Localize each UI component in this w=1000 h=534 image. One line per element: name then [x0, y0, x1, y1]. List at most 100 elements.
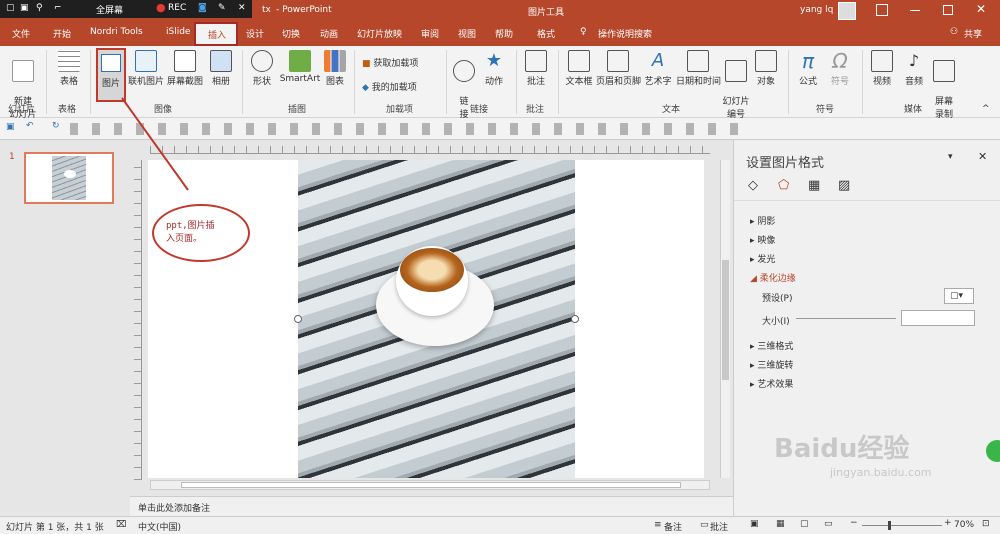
tab-nordri-tools[interactable]: Nordri Tools — [90, 27, 143, 37]
section-3d-format[interactable]: ▸ 三维格式 — [750, 339, 793, 352]
search-icon[interactable]: ⚲ — [36, 3, 43, 13]
reading-view-icon[interactable]: ▢ — [800, 519, 809, 529]
table-button[interactable]: 表格 — [52, 50, 86, 87]
rec-label[interactable]: REC — [168, 3, 186, 13]
pane-close-icon[interactable]: ✕ — [978, 150, 987, 163]
restore-icon[interactable] — [943, 5, 953, 15]
screenshot-button[interactable]: 屏幕截图 — [166, 50, 204, 87]
fill-line-icon[interactable]: ◇ — [748, 178, 758, 193]
wordart-button[interactable]: A 艺术字 — [642, 50, 674, 87]
zoom-out-icon[interactable]: − — [850, 518, 858, 528]
comments-icon[interactable]: ▭ — [700, 520, 709, 530]
action-button[interactable]: ★ 动作 — [480, 50, 508, 87]
section-3d-rotation[interactable]: ▸ 三维旋转 — [750, 358, 793, 371]
tab-home[interactable]: 开始 — [53, 27, 71, 40]
spellcheck-icon[interactable]: ⌧ — [116, 520, 126, 530]
resize-handle-left[interactable] — [294, 315, 302, 323]
section-shadow[interactable]: ▸ 阴影 — [750, 214, 775, 227]
zoom-level[interactable]: 70% — [954, 520, 974, 530]
object-button[interactable]: 对象 — [754, 50, 778, 87]
picture-props-icon[interactable]: ▨ — [838, 178, 850, 193]
tab-help[interactable]: 帮助 — [495, 27, 513, 40]
tab-insert-highlight[interactable]: 插入 — [194, 22, 238, 46]
album-button[interactable]: 相册 — [206, 50, 236, 87]
collapse-ribbon-icon[interactable]: ^ — [982, 104, 990, 114]
smartart-button[interactable]: SmartArt — [278, 50, 322, 84]
datetime-button[interactable]: 日期和时间 — [676, 50, 721, 87]
redo-icon[interactable]: ↻ — [52, 121, 60, 131]
symbol-button[interactable]: Ω 符号 — [826, 50, 854, 87]
notes-icon[interactable]: ≡ — [654, 520, 662, 530]
resize-handle-right[interactable] — [571, 315, 579, 323]
effects-icon[interactable]: ⬠ — [778, 178, 789, 193]
fullscreen-icon[interactable]: ▣ — [20, 3, 29, 13]
camera-icon[interactable]: ◙ — [198, 3, 207, 13]
minimize-icon[interactable] — [910, 10, 920, 11]
section-soft-edges[interactable]: ◢ 柔化边缘 — [750, 271, 796, 284]
share-icon[interactable]: ⚇ — [950, 27, 958, 37]
pen-icon[interactable]: ✎ — [218, 3, 226, 13]
section-reflection[interactable]: ▸ 映像 — [750, 233, 775, 246]
zoom-in-icon[interactable]: + — [944, 518, 952, 528]
video-button[interactable]: 视频 — [868, 50, 896, 87]
tab-view[interactable]: 视图 — [458, 27, 476, 40]
picture-on-slide[interactable] — [298, 160, 575, 478]
tell-me-search[interactable]: 操作说明搜索 — [598, 27, 652, 40]
shapes-button[interactable]: 形状 — [248, 50, 276, 87]
normal-view-icon[interactable]: ▣ — [750, 519, 759, 529]
close-icon[interactable]: ✕ — [976, 2, 986, 16]
notes-pane[interactable]: 单击此处添加备注 — [130, 496, 733, 516]
tab-review[interactable]: 审阅 — [421, 27, 439, 40]
fullscreen-label[interactable]: 全屏幕 — [96, 3, 123, 16]
slideshow-view-icon[interactable]: ▭ — [824, 519, 833, 529]
preset-dropdown[interactable]: ▢▾ — [944, 288, 974, 304]
audio-button[interactable]: ♪ 音频 — [900, 50, 928, 87]
zoom-slider[interactable] — [862, 521, 942, 530]
horizontal-scrollbar[interactable] — [150, 480, 710, 490]
slide-number-button[interactable]: 幻灯片 编号 — [720, 50, 752, 120]
section-glow[interactable]: ▸ 发光 — [750, 252, 775, 265]
get-addins-button[interactable]: ■ 获取加载项 — [362, 56, 418, 69]
comments-button[interactable]: 批注 — [710, 520, 728, 533]
fit-slide-icon[interactable]: ⊡ — [982, 519, 990, 529]
tab-islide[interactable]: iSlide — [166, 27, 190, 37]
tab-design[interactable]: 设计 — [246, 27, 264, 40]
close-recorder-icon[interactable]: ✕ — [238, 3, 246, 13]
language-label[interactable]: 中文(中国) — [138, 520, 181, 533]
screen-record-button[interactable]: 屏幕 录制 — [930, 50, 958, 120]
avatar[interactable] — [838, 2, 856, 20]
ribbon-display-icon[interactable] — [876, 4, 888, 16]
size-input[interactable] — [901, 310, 975, 326]
share-label[interactable]: 共享 — [964, 27, 982, 40]
notes-placeholder[interactable]: 单击此处添加备注 — [138, 501, 210, 514]
tab-file[interactable]: 文件 — [12, 27, 30, 40]
undo-icon[interactable]: ↶ — [26, 121, 34, 131]
scrollbar-thumb[interactable] — [722, 260, 729, 380]
window-icon[interactable]: ▢ — [6, 3, 15, 13]
tab-format[interactable]: 格式 — [537, 27, 555, 40]
size-props-icon[interactable]: ▦ — [808, 178, 820, 193]
zoom-slider-thumb[interactable] — [888, 521, 891, 530]
header-footer-button[interactable]: 页眉和页脚 — [596, 50, 641, 87]
crop-icon[interactable]: ⌐ — [54, 3, 62, 13]
chart-button[interactable]: 图表 — [322, 50, 348, 87]
vertical-scrollbar[interactable] — [720, 160, 730, 478]
tab-insert[interactable]: 插入 — [208, 28, 226, 41]
tab-transitions[interactable]: 切换 — [282, 27, 300, 40]
comment-button[interactable]: 批注 — [522, 50, 550, 87]
pane-menu-icon[interactable]: ▾ — [948, 152, 953, 162]
textbox-button[interactable]: 文本框 — [564, 50, 594, 87]
my-addins-button[interactable]: ◆ 我的加载项 — [362, 80, 417, 93]
online-picture-button[interactable]: 联机图片 — [128, 50, 164, 87]
notes-button[interactable]: 备注 — [664, 520, 682, 533]
tab-animations[interactable]: 动画 — [320, 27, 338, 40]
sorter-view-icon[interactable]: ▦ — [776, 519, 785, 529]
tab-slideshow[interactable]: 幻灯片放映 — [357, 27, 402, 40]
equation-button[interactable]: π 公式 — [794, 50, 822, 87]
save-icon[interactable]: ▣ — [6, 122, 15, 132]
slide[interactable]: ppt,图片插 入页面。 — [148, 160, 704, 478]
size-slider[interactable] — [796, 318, 896, 319]
section-artistic-effects[interactable]: ▸ 艺术效果 — [750, 377, 793, 390]
green-badge-icon[interactable] — [986, 440, 1000, 462]
hscroll-thumb[interactable] — [181, 482, 681, 488]
